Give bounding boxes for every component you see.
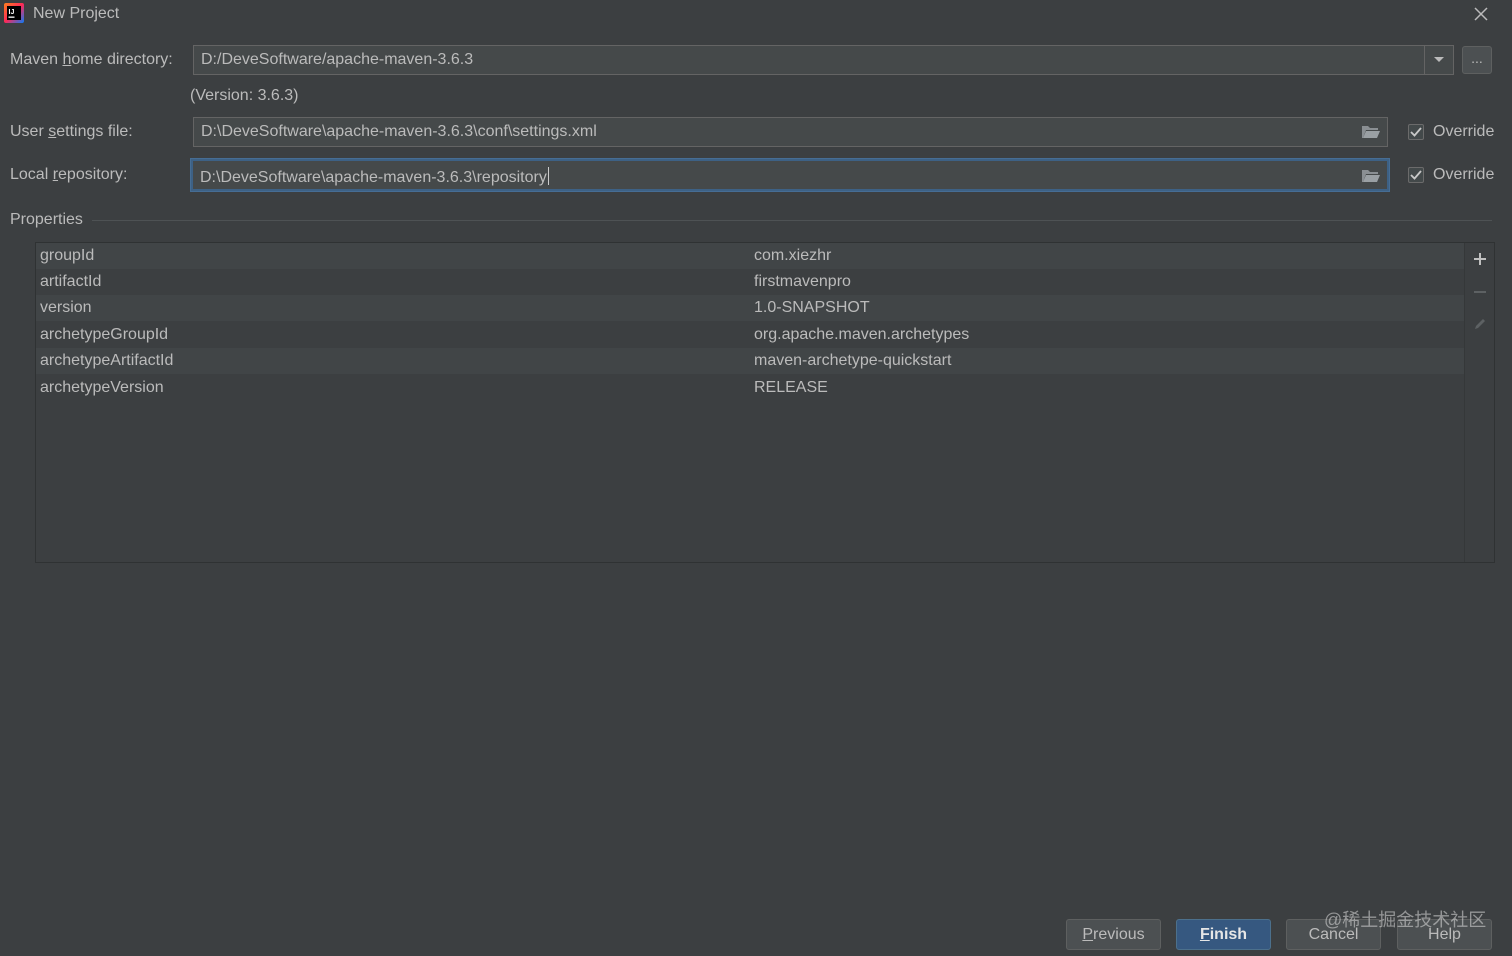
properties-table-body: groupId com.xiezhr artifactId firstmaven… — [36, 243, 1464, 562]
table-row[interactable]: version 1.0-SNAPSHOT — [36, 295, 1464, 321]
folder-icon[interactable] — [1361, 168, 1381, 184]
maven-version-text: (Version: 3.6.3) — [190, 87, 299, 104]
local-repository-value: D:\DeveSoftware\apache-maven-3.6.3\repos… — [200, 167, 549, 186]
local-repository-override-checkbox[interactable]: Override — [1408, 164, 1494, 186]
chevron-down-icon — [1434, 57, 1444, 62]
properties-title: Properties — [10, 211, 83, 228]
table-row[interactable]: archetypeVersion RELEASE — [36, 375, 1464, 401]
separator — [92, 220, 1492, 221]
property-key: archetypeVersion — [40, 379, 164, 396]
property-key: archetypeGroupId — [40, 326, 169, 343]
properties-table[interactable]: groupId com.xiezhr artifactId firstmaven… — [35, 242, 1495, 563]
folder-icon[interactable] — [1361, 124, 1381, 140]
add-icon[interactable] — [1470, 249, 1490, 269]
previous-button[interactable]: Previous — [1066, 919, 1161, 950]
window-title: New Project — [33, 5, 120, 22]
title-bar: IJ New Project — [0, 0, 1512, 30]
property-value: com.xiezhr — [754, 247, 832, 264]
table-row[interactable]: artifactId firstmavenpro — [36, 269, 1464, 295]
property-value: maven-archetype-quickstart — [754, 352, 952, 369]
override-label: Override — [1433, 166, 1495, 183]
property-key: artifactId — [40, 273, 102, 290]
maven-home-browse-button[interactable]: ... — [1462, 46, 1492, 74]
checkbox-checked-icon — [1408, 167, 1424, 183]
user-settings-override-checkbox[interactable]: Override — [1408, 121, 1494, 143]
user-settings-field[interactable]: D:\DeveSoftware\apache-maven-3.6.3\conf\… — [193, 117, 1388, 147]
watermark-text: @稀土掘金技术社区 — [1324, 910, 1487, 930]
remove-icon[interactable] — [1470, 282, 1490, 302]
property-key: groupId — [40, 247, 95, 264]
maven-home-combobox[interactable]: D:/DeveSoftware/apache-maven-3.6.3 — [193, 45, 1454, 75]
table-row[interactable]: archetypeArtifactId maven-archetype-quic… — [36, 348, 1464, 374]
edit-icon[interactable] — [1470, 314, 1490, 334]
finish-button[interactable]: Finish — [1176, 919, 1271, 950]
svg-text:IJ: IJ — [9, 9, 15, 16]
user-settings-label: User settings file: — [10, 123, 133, 140]
property-key: archetypeArtifactId — [40, 352, 174, 369]
property-key: version — [40, 299, 92, 316]
local-repository-label: Local repository: — [10, 166, 128, 183]
maven-home-label: Maven home directory: — [10, 51, 173, 68]
close-icon[interactable] — [1470, 3, 1492, 25]
local-repository-field[interactable]: D:\DeveSoftware\apache-maven-3.6.3\repos… — [191, 159, 1389, 191]
table-toolbar — [1464, 243, 1495, 562]
text-caret — [547, 167, 549, 185]
property-value: org.apache.maven.archetypes — [754, 326, 970, 343]
intellij-idea-icon: IJ — [4, 3, 24, 23]
checkbox-checked-icon — [1408, 124, 1424, 140]
user-settings-value: D:\DeveSoftware\apache-maven-3.6.3\conf\… — [201, 123, 597, 140]
property-value: 1.0-SNAPSHOT — [754, 299, 870, 316]
table-row[interactable]: archetypeGroupId org.apache.maven.archet… — [36, 322, 1464, 348]
property-value: RELEASE — [754, 379, 828, 396]
table-row[interactable]: groupId com.xiezhr — [36, 243, 1464, 269]
maven-home-dropdown-button[interactable] — [1424, 46, 1453, 74]
maven-home-value: D:/DeveSoftware/apache-maven-3.6.3 — [201, 51, 474, 68]
override-label: Override — [1433, 123, 1495, 140]
property-value: firstmavenpro — [754, 273, 851, 290]
